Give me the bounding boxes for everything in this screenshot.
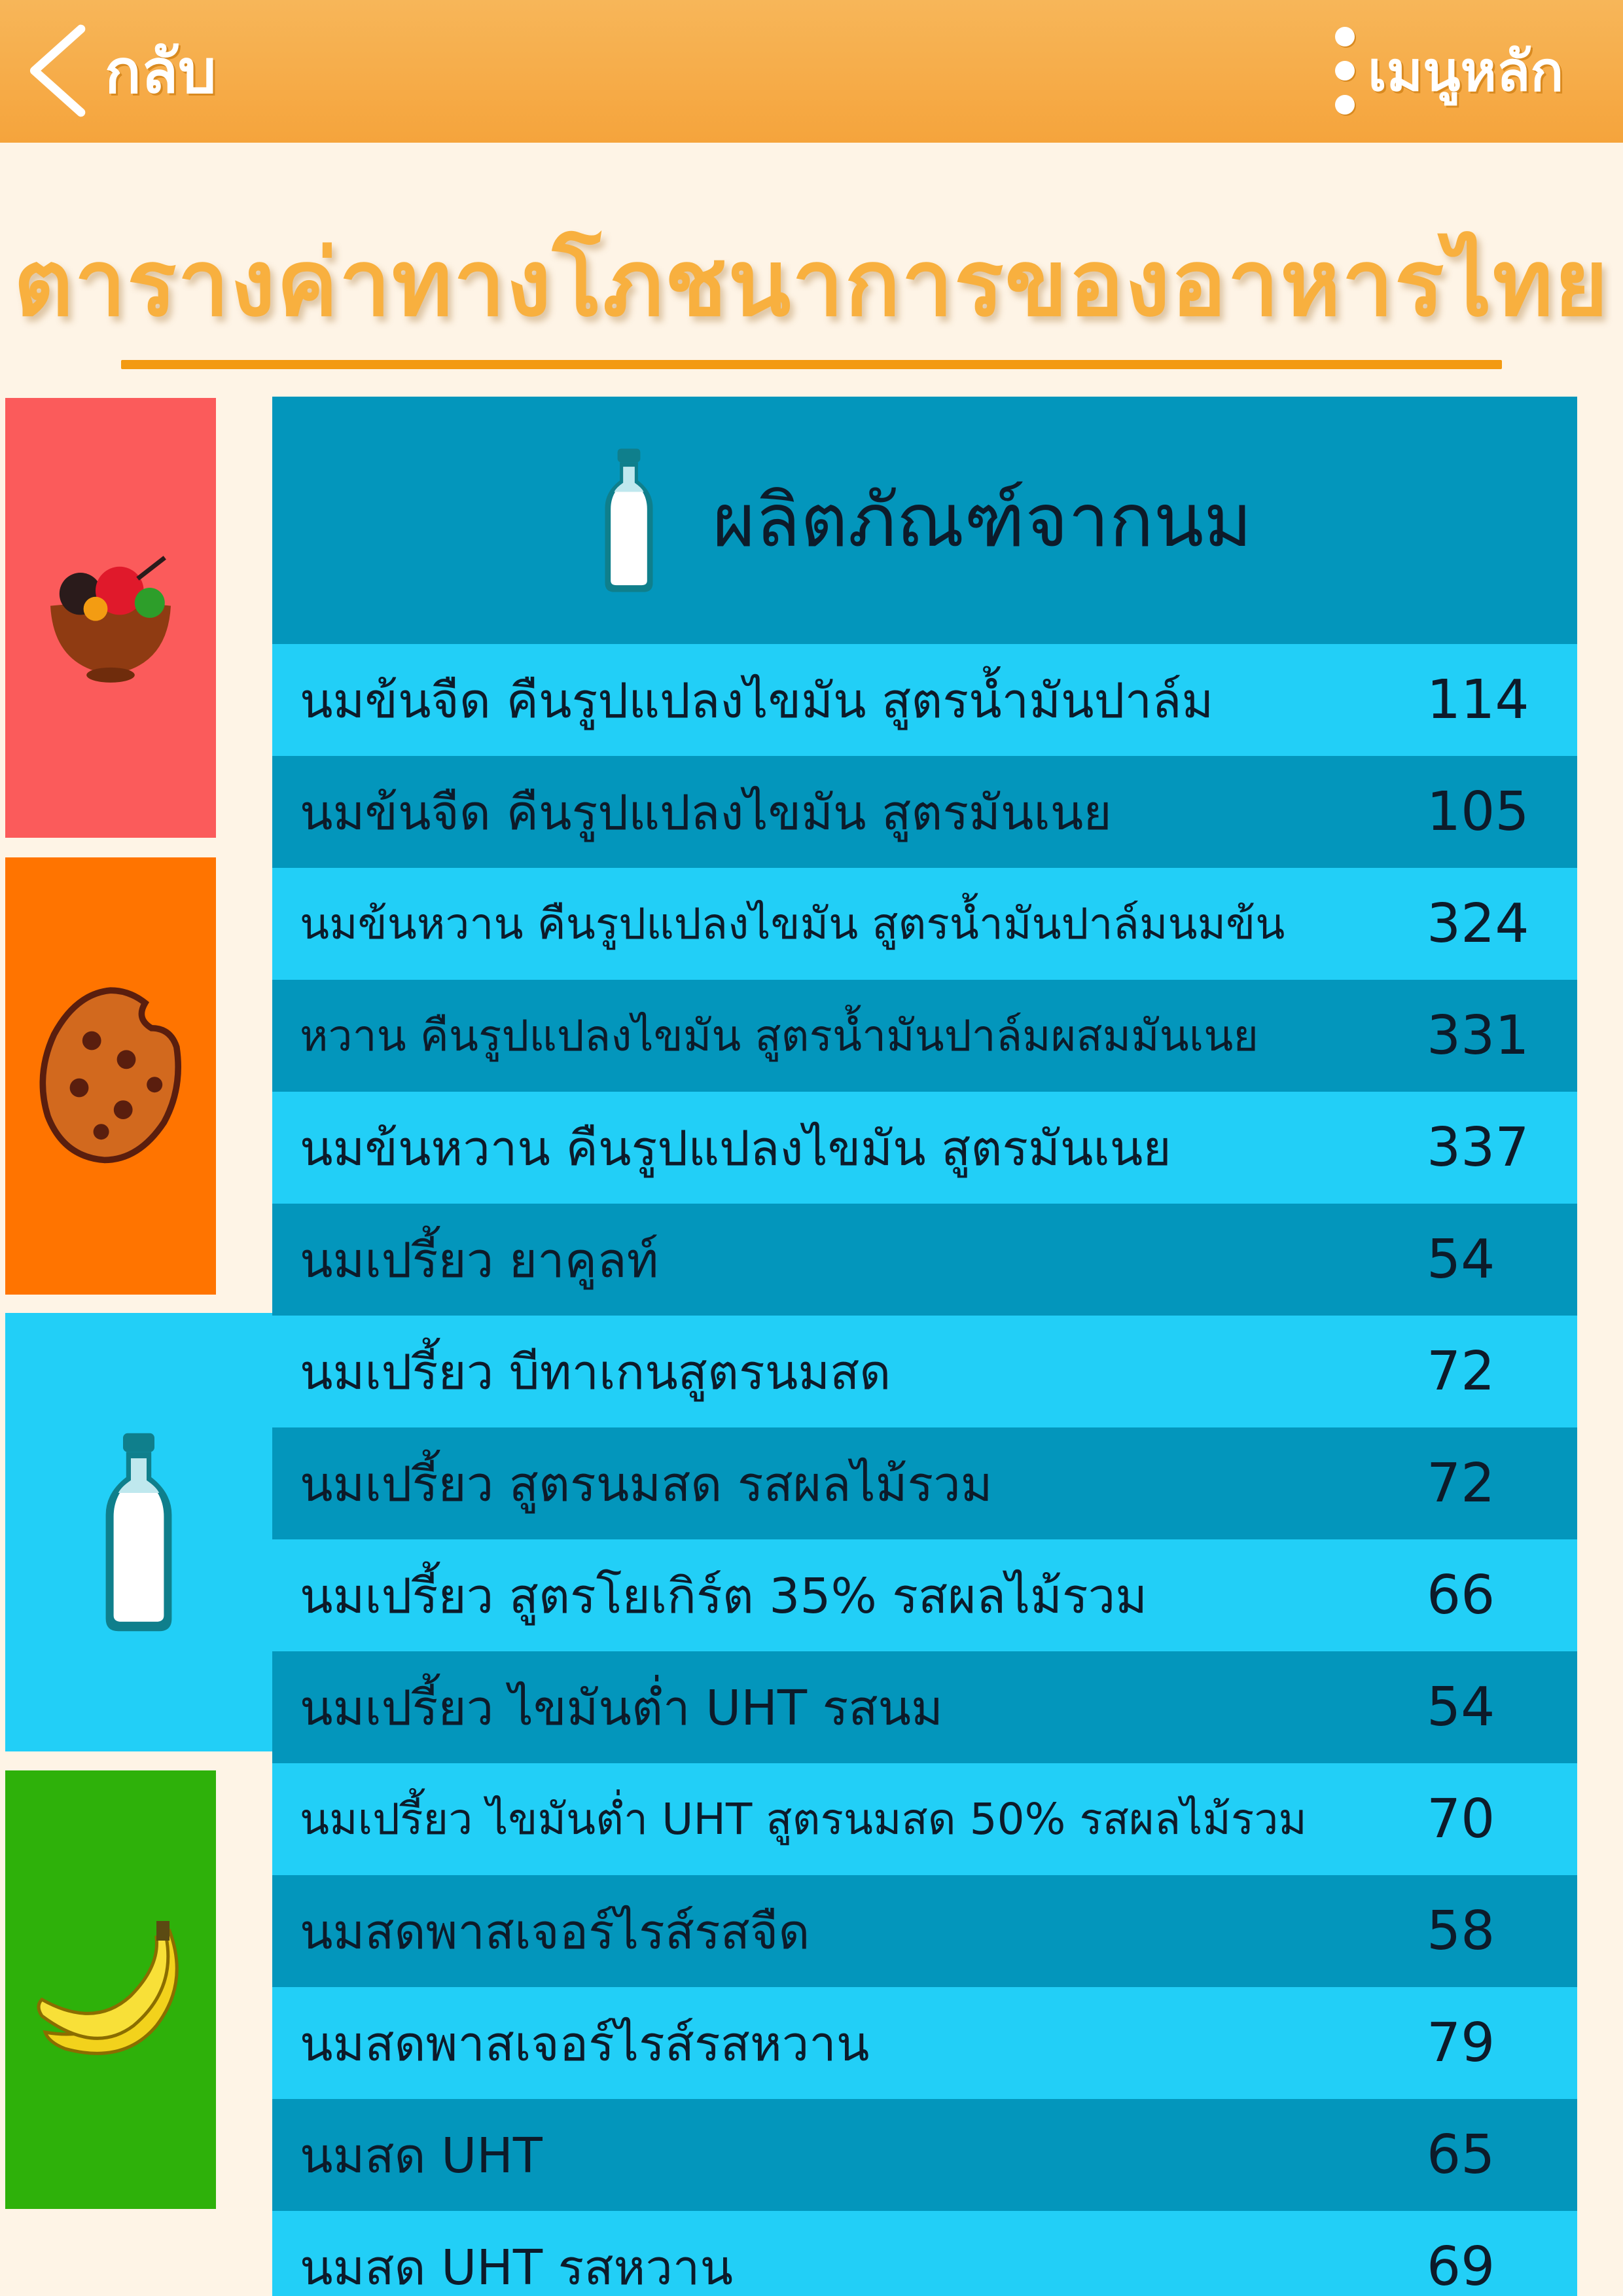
list-item[interactable]: นมเปรี้ยว สูตรโยเกิร์ต 35% รสผลไม้รวม 66 <box>272 1539 1577 1651</box>
back-label: กลับ <box>105 36 217 107</box>
main-menu-button[interactable]: เมนูหลัก <box>1335 18 1623 123</box>
list-item[interactable]: หวาน คืนรูปแปลงไขมัน สูตรน้ำมันปาล์มผสมม… <box>272 980 1577 1092</box>
calorie-value: 105 <box>1427 781 1529 843</box>
food-name: หวาน คืนรูปแปลงไขมัน สูตรน้ำมันปาล์มผสมม… <box>300 1011 1259 1061</box>
panel-header: ผลิตภัณฑ์จากนม <box>272 397 1577 644</box>
milk-bottle-icon <box>605 448 653 592</box>
calorie-value: 114 <box>1427 669 1529 731</box>
list-item[interactable]: นมข้นจืด คืนรูปแปลงไขมัน สูตรน้ำมันปาล์ม… <box>272 644 1577 756</box>
food-name: นมสด UHT รสหวาน <box>300 2239 734 2296</box>
chevron-left-icon <box>29 24 86 117</box>
calorie-value: 72 <box>1427 1340 1495 1403</box>
title-divider <box>121 360 1502 369</box>
list-item[interactable]: นมสดพาสเจอร์ไรส์รสจืด 58 <box>272 1875 1577 1987</box>
food-name: นมเปรี้ยว สูตรนมสด รสผลไม้รวม <box>300 1456 993 1513</box>
food-name: นมสดพาสเจอร์ไรส์รสหวาน <box>300 2015 870 2072</box>
food-name: นมข้นจืด คืนรูปแปลงไขมัน สูตรมันเนย <box>300 784 1112 841</box>
dessert-bowl-icon <box>50 556 171 683</box>
category-snack[interactable] <box>5 857 216 1295</box>
list-item[interactable]: นมข้นหวาน คืนรูปแปลงไขมัน สูตรน้ำมันปาล์… <box>272 868 1577 980</box>
calorie-value: 58 <box>1427 1900 1495 1962</box>
category-dairy[interactable] <box>5 1313 272 1751</box>
calorie-value: 54 <box>1427 1676 1495 1738</box>
calorie-value: 331 <box>1427 1005 1529 1067</box>
page-title: ตารางค่าทางโภชนาการของอาหารไทย <box>13 230 1610 337</box>
list-item[interactable]: นมเปรี้ยว ไขมันต่ำ UHT รสนม 54 <box>272 1651 1577 1763</box>
category-fruit[interactable] <box>5 1770 216 2209</box>
panel-title: ผลิตภัณฑ์จากนม <box>712 478 1253 564</box>
food-name: นมข้นจืด คืนรูปแปลงไขมัน สูตรน้ำมันปาล์ม <box>300 672 1214 729</box>
top-bar: กลับ เมนูหลัก <box>0 0 1623 143</box>
food-name: นมข้นหวาน คืนรูปแปลงไขมัน สูตรน้ำมันปาล์… <box>300 899 1285 949</box>
nutrition-list: นมข้นจืด คืนรูปแปลงไขมัน สูตรน้ำมันปาล์ม… <box>272 644 1577 2296</box>
vertical-dots-icon <box>1335 27 1355 115</box>
calorie-value: 337 <box>1427 1117 1529 1179</box>
calorie-value: 324 <box>1427 893 1529 955</box>
food-name: นมสด UHT <box>300 2127 543 2184</box>
milk-bottle-icon <box>105 1433 172 1632</box>
list-item[interactable]: นมสดพาสเจอร์ไรส์รสหวาน 79 <box>272 1987 1577 2099</box>
list-item[interactable]: นมข้นจืด คืนรูปแปลงไขมัน สูตรมันเนย 105 <box>272 756 1577 868</box>
back-button[interactable]: กลับ <box>20 18 236 123</box>
calorie-value: 66 <box>1427 1564 1495 1626</box>
food-name: นมสดพาสเจอร์ไรส์รสจืด <box>300 1903 810 1960</box>
list-item[interactable]: นมเปรี้ยว ยาคูลท์ 54 <box>272 1204 1577 1316</box>
calorie-value: 72 <box>1427 1452 1495 1515</box>
food-name: นมเปรี้ยว สูตรโยเกิร์ต 35% รสผลไม้รวม <box>300 1568 1147 1624</box>
calorie-value: 70 <box>1427 1788 1495 1850</box>
food-name: นมเปรี้ยว ยาคูลท์ <box>300 1232 659 1289</box>
main-menu-label: เมนูหลัก <box>1368 39 1564 103</box>
calorie-value: 54 <box>1427 1229 1495 1291</box>
food-name: นมเปรี้ยว ไขมันต่ำ UHT รสนม <box>300 1679 943 1736</box>
list-item[interactable]: นมสด UHT 65 <box>272 2099 1577 2211</box>
food-name: นมเปรี้ยว ไขมันต่ำ UHT สูตรนมสด 50% รสผล… <box>300 1794 1307 1844</box>
calorie-value: 79 <box>1427 2012 1495 2074</box>
calorie-value: 69 <box>1427 2236 1495 2296</box>
calorie-value: 65 <box>1427 2124 1495 2186</box>
category-dessert[interactable] <box>5 398 216 838</box>
banana-icon <box>37 1921 179 2055</box>
dairy-nutrition-panel: ผลิตภัณฑ์จากนม นมข้นจืด คืนรูปแปลงไขมัน … <box>272 397 1577 2296</box>
list-item[interactable]: นมเปรี้ยว สูตรนมสด รสผลไม้รวม 72 <box>272 1427 1577 1539</box>
list-item[interactable]: นมสด UHT รสหวาน 69 <box>272 2211 1577 2296</box>
food-name: นมเปรี้ยว บีทาเกนสูตรนมสด <box>300 1344 891 1401</box>
list-item[interactable]: นมเปรี้ยว ไขมันต่ำ UHT สูตรนมสด 50% รสผล… <box>272 1763 1577 1875</box>
list-item[interactable]: นมเปรี้ยว บีทาเกนสูตรนมสด 72 <box>272 1316 1577 1427</box>
cookie-icon <box>39 987 181 1164</box>
list-item[interactable]: นมข้นหวาน คืนรูปแปลงไขมัน สูตรมันเนย 337 <box>272 1092 1577 1204</box>
food-name: นมข้นหวาน คืนรูปแปลงไขมัน สูตรมันเนย <box>300 1120 1171 1177</box>
